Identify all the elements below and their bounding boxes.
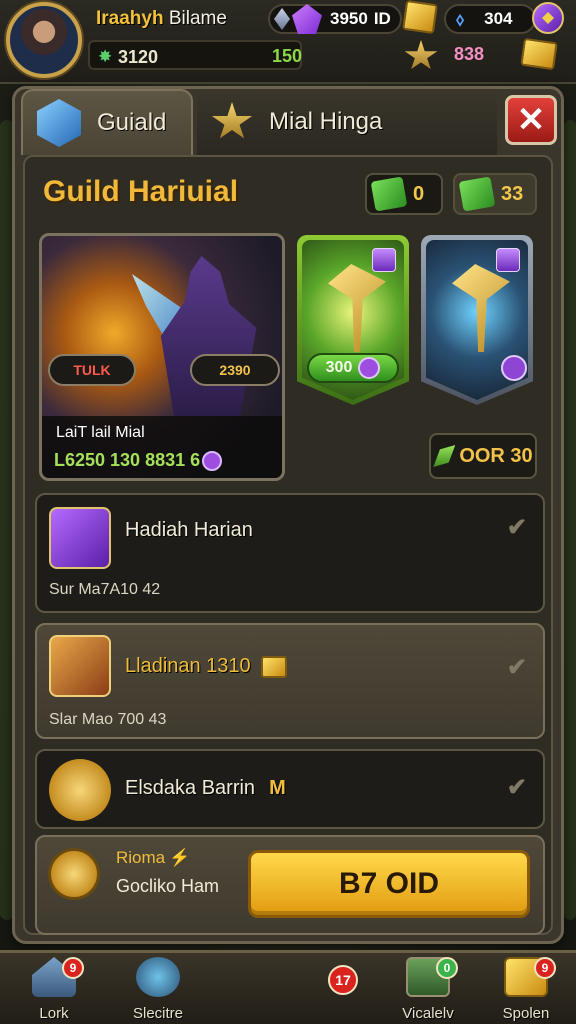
level-value: 150: [272, 46, 303, 66]
nav-item-slecitre[interactable]: Slecitre: [110, 957, 206, 1024]
reward-row-level[interactable]: Lladinan 1310 Slar Mao 700 43 ✔: [35, 623, 545, 739]
nav-item-vicalelv[interactable]: 0 Vicalelv: [380, 957, 476, 1024]
nav-item-lork[interactable]: 9 Lork: [6, 957, 102, 1024]
weapon-price-button[interactable]: 300: [307, 353, 399, 383]
resource-value: 0: [413, 182, 425, 205]
hero-info-bar: LaiT lail Mial L6250 130 8831 6: [42, 416, 282, 478]
green-cube-icon: [370, 176, 408, 212]
green-cube-icon: [458, 176, 496, 212]
weapon-badge-icon: [496, 248, 520, 272]
tab-mial-hinga[interactable]: Mial Hinga: [197, 89, 497, 155]
reward-row-suffix: M: [269, 777, 286, 799]
check-icon: ✔: [506, 774, 527, 801]
close-icon: ✕: [516, 101, 546, 139]
gear-icon: ✸: [98, 47, 113, 66]
gems-suffix: ID: [373, 9, 391, 28]
bonus-sub: Gocliko Ham: [116, 876, 220, 896]
player-avatar[interactable]: [6, 2, 82, 78]
purple-gem-icon: [292, 4, 322, 34]
reward-row-daily[interactable]: Hadiah Harian Sur Ma7A10 42 ✔: [35, 493, 545, 613]
gems-counter[interactable]: 3950 ID: [268, 4, 402, 34]
power-bar: ✸ 3120 150: [88, 40, 302, 70]
tab-mial-label: Mial Hinga: [269, 108, 383, 135]
reward-row-sub: Slar Mao 700 43: [49, 711, 167, 728]
hero-stats-text: L6250 130 8831 6: [54, 450, 201, 470]
star-icon: [404, 40, 438, 70]
weapon-price-value: 300: [325, 359, 353, 376]
hero-tag-left-text: TULK: [73, 362, 111, 378]
reward-row-title-text: Elsdaka Barrin: [125, 777, 256, 799]
purple-coin-icon: [202, 451, 223, 472]
resource-pill-1[interactable]: 0: [365, 173, 443, 215]
notification-badge: 9: [534, 957, 556, 979]
claim-button[interactable]: B7 OID: [248, 850, 530, 918]
nav-label: Lork: [39, 1005, 69, 1022]
top-hud: Iraahyh Bilame 3950 ID ⬨ 304 ✸ 3120 150 …: [0, 0, 576, 84]
pink-value: 838: [454, 44, 485, 64]
nav-item-spolen[interactable]: 9 Spolen: [478, 957, 574, 1024]
guild-coin-icon: [48, 848, 100, 900]
resource-value: 33: [501, 182, 524, 205]
leaf-icon: [433, 445, 456, 467]
energy-value: 304: [484, 9, 513, 28]
hexagon-gem-icon: [37, 99, 81, 147]
tab-guild-label: Guiald: [97, 109, 167, 136]
notification-badge: 17: [328, 965, 358, 995]
bonus-label-text: Rioma: [116, 848, 166, 867]
purple-gem-icon: [501, 355, 527, 381]
hammer-icon: [452, 264, 510, 352]
check-icon: ✔: [506, 514, 527, 541]
weapon-badge-icon: [372, 248, 396, 272]
bonus-label: Rioma ⚡: [116, 848, 190, 868]
collect-value: OOR 30: [459, 444, 533, 467]
hero-card[interactable]: TULK 2390 LaiT lail Mial L6250 130 8831 …: [39, 233, 285, 481]
energy-icon: ⬨: [456, 8, 465, 29]
hero-figure-art: [160, 256, 257, 416]
star-pin-icon: [211, 102, 253, 139]
power-value: 3120: [118, 47, 159, 67]
nav-label: Vicalelv: [402, 1005, 454, 1022]
nav-label: Slecitre: [132, 1005, 184, 1022]
gold-stack-icon[interactable]: [520, 37, 564, 74]
check-icon: ✔: [506, 654, 527, 681]
gold-bar-icon[interactable]: [402, 0, 438, 35]
compass-icon: [136, 957, 180, 997]
notification-badge: 9: [62, 957, 84, 979]
chest-icon: [49, 507, 111, 569]
hero-name: LaiT lail Mial: [56, 424, 145, 441]
golden-axe-icon: [328, 264, 386, 352]
player-name: Iraahyh Bilame: [96, 8, 227, 29]
purple-badge-icon[interactable]: [532, 2, 564, 34]
panel-title: Guild Hariuial: [43, 175, 239, 208]
reward-row-title-text: Lladinan 1310: [125, 655, 251, 677]
resource-pill-2[interactable]: 33: [453, 173, 537, 215]
collect-button[interactable]: OOR 30: [429, 433, 537, 479]
tab-guild[interactable]: Guiald: [21, 89, 193, 155]
gems-value: 3950: [330, 9, 368, 28]
purple-gem-icon: [358, 357, 381, 379]
reward-row-title: Elsdaka Barrin M: [125, 777, 286, 800]
helmet-icon: [49, 635, 111, 697]
lightning-icon: ⚡: [169, 848, 191, 867]
hero-tag-right: 2390: [190, 354, 280, 386]
nav-label: Spolen: [502, 1005, 550, 1022]
hero-stats: L6250 130 8831 6: [54, 450, 223, 472]
reward-row-title: Lladinan 1310: [125, 655, 287, 678]
reward-row-title: Hadiah Harian: [125, 519, 253, 541]
energy-counter[interactable]: ⬨ 304: [444, 4, 536, 34]
sun-medal-icon: [49, 759, 111, 821]
diamond-icon: [274, 8, 290, 30]
background-foliage-right: [564, 120, 576, 920]
gold-bar-icon: [260, 655, 287, 678]
hero-tag-left: TULK: [48, 354, 136, 386]
reward-row-sub: Sur Ma7A10 42: [49, 581, 161, 598]
reward-row-barrin[interactable]: Elsdaka Barrin M ✔: [35, 749, 545, 829]
hero-tag-right-text: 2390: [219, 362, 251, 378]
guild-panel: Guiald Mial Hinga ✕ Guild Hariuial 0 33 …: [12, 86, 564, 944]
bottom-nav: 9 Lork Slecitre 17 0 Vicalelv 9 Spolen: [0, 950, 576, 1024]
close-button[interactable]: ✕: [505, 95, 557, 145]
notification-badge: 0: [436, 957, 458, 979]
gold-bar-icon: [520, 37, 558, 71]
